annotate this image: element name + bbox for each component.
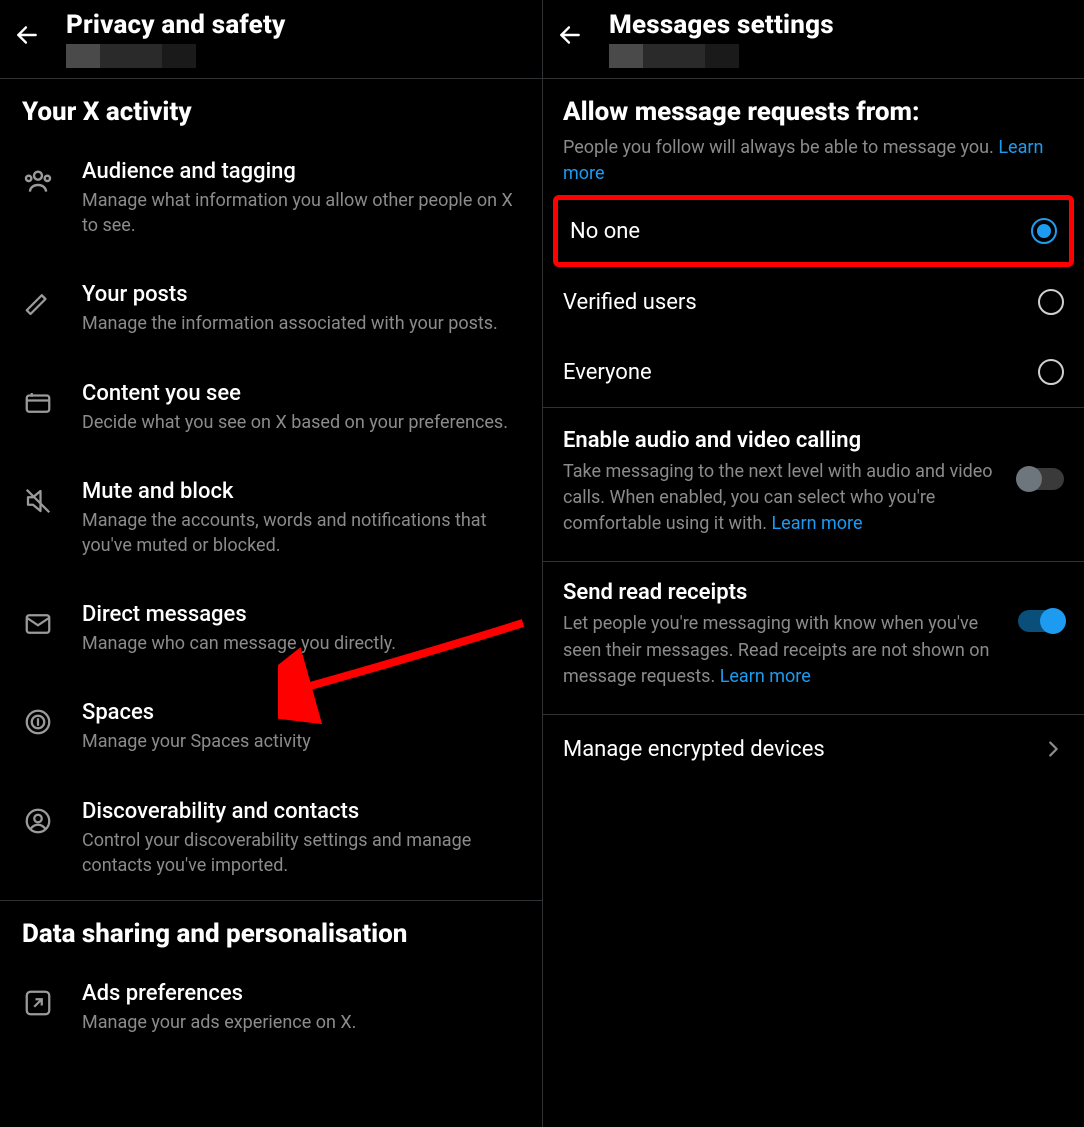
- item-title: Content you see: [82, 381, 520, 406]
- privacy-safety-panel: Privacy and safety Your X activity Audie…: [0, 0, 543, 1127]
- toggle-switch[interactable]: [1018, 468, 1064, 490]
- item-your-posts[interactable]: Your posts Manage the information associ…: [0, 260, 542, 358]
- item-ads-preferences[interactable]: Ads preferences Manage your ads experien…: [0, 959, 542, 1057]
- highlight-annotation: No one: [553, 195, 1074, 267]
- external-link-icon: [22, 987, 54, 1019]
- item-title: Audience and tagging: [82, 159, 520, 184]
- item-desc: Manage who can message you directly.: [82, 631, 520, 656]
- item-content-you-see[interactable]: Content you see Decide what you see on X…: [0, 359, 542, 457]
- row-audio-video-calling[interactable]: Enable audio and video calling Take mess…: [543, 408, 1084, 561]
- toggle-title: Enable audio and video calling: [563, 428, 1000, 453]
- item-desc: Control your discoverability settings an…: [82, 828, 520, 878]
- radio-button-icon: [1038, 289, 1064, 315]
- toggle-title: Send read receipts: [563, 580, 1000, 605]
- radio-no-one[interactable]: No one: [558, 200, 1069, 262]
- item-direct-messages[interactable]: Direct messages Manage who can message y…: [0, 580, 542, 678]
- back-button[interactable]: [8, 16, 46, 54]
- chevron-right-icon: [1042, 738, 1064, 760]
- toggle-desc: Let people you're messaging with know wh…: [563, 611, 1000, 689]
- item-title: Mute and block: [82, 479, 520, 504]
- section-heading-activity: Your X activity: [0, 79, 542, 137]
- arrow-left-icon: [557, 22, 583, 48]
- toggle-desc: Take messaging to the next level with au…: [563, 459, 1000, 537]
- radio-label: Everyone: [563, 360, 652, 385]
- row-read-receipts[interactable]: Send read receipts Let people you're mes…: [543, 562, 1084, 713]
- radio-verified-users[interactable]: Verified users: [543, 267, 1084, 337]
- item-desc: Manage the information associated with y…: [82, 311, 520, 336]
- item-desc: Manage the accounts, words and notificat…: [82, 508, 520, 558]
- section-heading-data-sharing: Data sharing and personalisation: [0, 901, 542, 959]
- item-title: Ads preferences: [82, 981, 520, 1006]
- radio-label: No one: [570, 219, 640, 244]
- allow-heading: Allow message requests from:: [563, 79, 1064, 135]
- item-desc: Decide what you see on X based on your p…: [82, 410, 520, 435]
- microphone-icon: [22, 706, 54, 738]
- messages-settings-panel: Messages settings Allow message requests…: [543, 0, 1084, 1127]
- item-audience-tagging[interactable]: Audience and tagging Manage what informa…: [0, 137, 542, 260]
- item-desc: Manage your Spaces activity: [82, 729, 520, 754]
- toggle-switch[interactable]: [1018, 610, 1064, 632]
- radio-label: Verified users: [563, 290, 697, 315]
- card-icon: [22, 387, 54, 419]
- redacted-handle: [609, 44, 834, 68]
- item-title: Your posts: [82, 282, 520, 307]
- header-right: Messages settings: [543, 0, 1084, 78]
- people-icon: [22, 165, 54, 197]
- arrow-left-icon: [14, 22, 40, 48]
- item-title: Direct messages: [82, 602, 520, 627]
- item-mute-block[interactable]: Mute and block Manage the accounts, word…: [0, 457, 542, 580]
- header-left: Privacy and safety: [0, 0, 542, 78]
- row-manage-encrypted[interactable]: Manage encrypted devices: [543, 715, 1084, 784]
- item-discoverability[interactable]: Discoverability and contacts Control you…: [0, 777, 542, 900]
- page-title: Messages settings: [609, 10, 834, 40]
- envelope-icon: [22, 608, 54, 640]
- person-search-icon: [22, 805, 54, 837]
- redacted-handle: [66, 44, 286, 68]
- page-title: Privacy and safety: [66, 10, 286, 40]
- allow-desc: People you follow will always be able to…: [563, 135, 1064, 187]
- learn-more-link[interactable]: Learn more: [720, 666, 811, 687]
- back-button[interactable]: [551, 16, 589, 54]
- learn-more-link[interactable]: Learn more: [771, 513, 862, 534]
- item-title: Spaces: [82, 700, 520, 725]
- item-spaces[interactable]: Spaces Manage your Spaces activity: [0, 678, 542, 776]
- nav-label: Manage encrypted devices: [563, 737, 825, 762]
- item-title: Discoverability and contacts: [82, 799, 520, 824]
- radio-button-icon: [1031, 218, 1057, 244]
- pencil-icon: [22, 288, 54, 320]
- radio-everyone[interactable]: Everyone: [543, 337, 1084, 407]
- item-desc: Manage what information you allow other …: [82, 188, 520, 238]
- mute-icon: [22, 485, 54, 517]
- item-desc: Manage your ads experience on X.: [82, 1010, 520, 1035]
- radio-button-icon: [1038, 359, 1064, 385]
